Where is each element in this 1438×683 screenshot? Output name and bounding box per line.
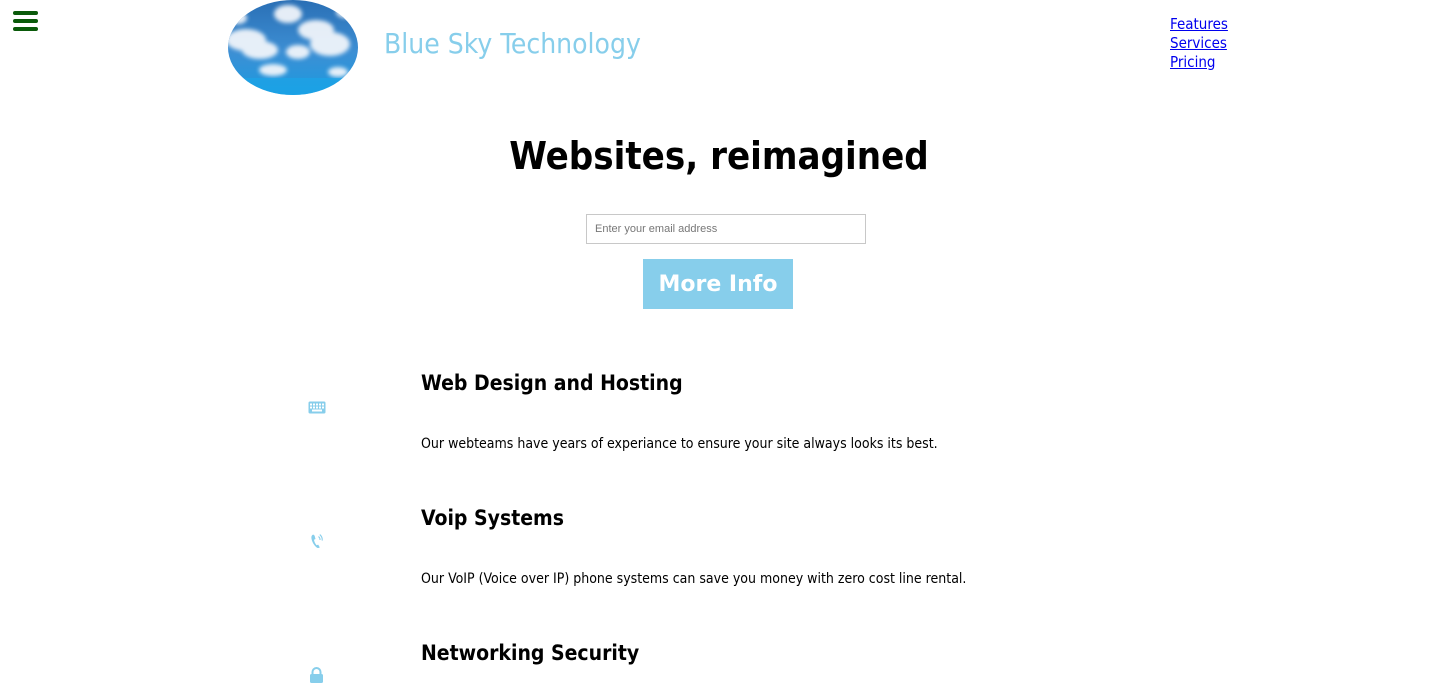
feature-title: Web Design and Hosting	[421, 371, 683, 395]
phone-icon	[310, 533, 324, 553]
feature-title: Networking Security	[421, 641, 640, 665]
nav-link-pricing[interactable]: Pricing	[1170, 53, 1228, 72]
brand-name: Blue Sky Technology	[384, 27, 641, 60]
nav-link-features[interactable]: Features	[1170, 15, 1228, 34]
feature-description: Our webteams have years of experiance to…	[421, 436, 938, 452]
feature-description: Our VoIP (Voice over IP) phone systems c…	[421, 571, 967, 587]
hero-title: Websites, reimagined	[509, 134, 929, 178]
more-info-button[interactable]: More Info	[643, 259, 793, 309]
feature-title: Voip Systems	[421, 506, 564, 530]
email-input[interactable]	[586, 214, 866, 244]
keyboard-icon	[308, 399, 326, 418]
nav-link-services[interactable]: Services	[1170, 34, 1228, 53]
top-nav: Features Services Pricing	[1170, 15, 1228, 72]
logo-sky-image	[228, 0, 358, 95]
page: Blue Sky Technology Features Services Pr…	[0, 0, 1438, 683]
hamburger-menu-icon[interactable]	[13, 11, 38, 31]
lock-icon	[309, 667, 324, 683]
